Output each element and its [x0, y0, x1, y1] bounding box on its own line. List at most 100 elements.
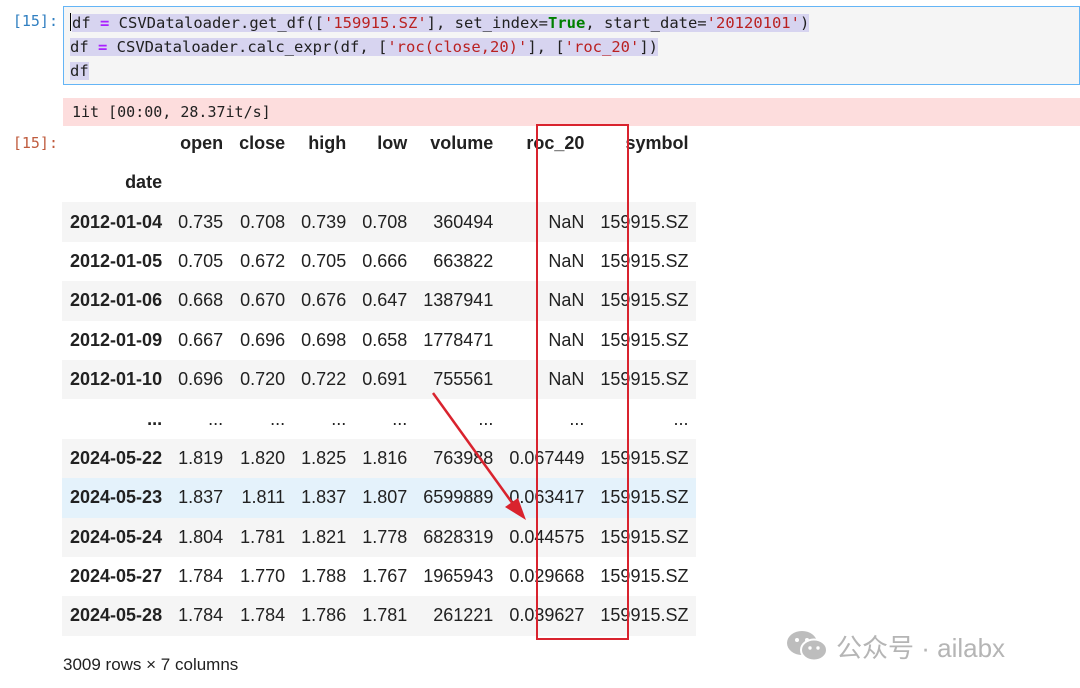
table-cell: ... [673, 408, 689, 429]
table-cell: NaN [548, 250, 585, 271]
table-row[interactable]: 2024-05-27 1.784 1.770 1.788 1.767 1965943 0.0… [62, 556, 697, 597]
table-cell: 1.786 [301, 605, 347, 626]
row-index: ... [147, 408, 163, 429]
table-cell: 159915.SZ [600, 369, 689, 390]
table-cell: 1.837 [178, 487, 224, 508]
table-cell: 0.698 [301, 329, 347, 350]
table-row[interactable]: 2012-01-04 0.735 0.708 0.739 0.708 360494 NaN 1… [62, 202, 697, 242]
table-row[interactable]: 2024-05-28 1.784 1.784 1.786 1.781 261221 0.03… [62, 596, 697, 636]
code-token: ], [ [527, 38, 565, 56]
table-cell: 0.720 [240, 369, 286, 390]
table-cell: 0.670 [240, 290, 286, 311]
table-row[interactable]: 2024-05-22 1.819 1.820 1.825 1.816 763988 0.06… [62, 438, 697, 479]
index-name-filler [293, 163, 354, 202]
code-token: df [72, 14, 91, 32]
code-token: 'roc(close,20)' [387, 38, 528, 56]
table-cell: 0.658 [362, 329, 408, 350]
code-token: get_df [249, 14, 306, 32]
table-row[interactable]: 2012-01-05 0.705 0.672 0.705 0.666 663822 NaN 1… [62, 241, 697, 282]
table-cell: 0.696 [178, 369, 224, 390]
table-cell: 0.044575 [509, 526, 585, 547]
table-cell: 0.063417 [509, 487, 585, 508]
table-cell: 0.722 [301, 369, 347, 390]
code-line: df = CSVDataloader.calc_expr(df, ['roc(c… [70, 35, 1073, 59]
code-cell-input[interactable]: df = CSVDataloader.get_df(['159915.SZ'],… [63, 6, 1080, 85]
table-cell: 1.825 [301, 447, 347, 468]
code-token: CSVDataloader [116, 38, 238, 56]
input-prompt: [15]: [12, 12, 58, 30]
table-cell: 0.676 [301, 290, 347, 311]
index-name-filler [170, 163, 231, 202]
index-name-filler [415, 163, 501, 202]
table-cell: 159915.SZ [600, 566, 689, 587]
table-body: 2012-01-04 0.735 0.708 0.739 0.708 360494 NaN 1… [62, 202, 697, 636]
table-cell: ... [392, 408, 408, 429]
table-cell: 755561 [433, 369, 494, 390]
table-cell: 1.819 [178, 447, 224, 468]
table-cell: 0.708 [362, 211, 408, 232]
table-row[interactable]: 2012-01-06 0.668 0.670 0.676 0.647 1387941 NaN… [62, 281, 697, 321]
watermark-text: 公众号 · ailabx [836, 632, 1006, 663]
stderr-output: 1it [00:00, 28.37it/s] [63, 98, 1080, 126]
code-token: = [88, 38, 117, 56]
table-cell: ... [208, 408, 224, 429]
table-row[interactable]: 2024-05-24 1.804 1.781 1.821 1.778 6828319 0.0… [62, 517, 697, 557]
row-index: 2024-05-27 [70, 566, 163, 587]
table-cell: 1.804 [178, 526, 224, 547]
index-name-filler [592, 163, 696, 202]
table-cell: 1.767 [362, 566, 408, 587]
table-cell: 159915.SZ [600, 487, 689, 508]
table-cell: 1.781 [362, 605, 408, 626]
table-cell: 6599889 [423, 487, 494, 508]
dataframe-table: open close high low volume roc_20 symbol date … [62, 124, 697, 636]
table-cell: 0.668 [178, 290, 224, 311]
code-token: . [238, 38, 248, 56]
row-index: 2012-01-09 [70, 329, 163, 350]
table-cell: NaN [548, 290, 585, 311]
row-index: 2012-01-06 [70, 290, 163, 311]
table-cell: 0.666 [362, 250, 408, 271]
code-token: CSVDataloader [118, 14, 240, 32]
table-row[interactable]: 2012-01-10 0.696 0.720 0.722 0.691 755561 NaN 1… [62, 359, 697, 400]
table-cell: 0.672 [240, 250, 286, 271]
table-row[interactable]: ........................ [62, 399, 697, 439]
code-token: ]) [639, 38, 658, 56]
code-token: , start_date= [585, 14, 707, 32]
table-cell: 159915.SZ [600, 605, 689, 626]
row-index: 2012-01-05 [70, 250, 163, 271]
table-cell: 763988 [433, 447, 494, 468]
selected-text: df = CSVDataloader.get_df(['159915.SZ'],… [72, 14, 810, 32]
wechat-icon [787, 631, 828, 662]
text-cursor [70, 13, 71, 31]
table-cell: 0.667 [178, 329, 224, 350]
dataframe-shape: 3009 rows × 7 columns [63, 655, 239, 674]
table-cell: 1387941 [423, 290, 494, 311]
code-token: '20120101' [706, 14, 800, 32]
table-cell: 159915.SZ [600, 329, 689, 350]
column-header-open: open [180, 133, 224, 154]
code-token: True [548, 14, 586, 32]
table-cell: 0.739 [301, 211, 347, 232]
index-name-filler [231, 163, 293, 202]
row-index: 2012-01-04 [70, 211, 163, 232]
table-cell: NaN [548, 211, 585, 232]
code-token: df [70, 62, 89, 80]
table-cell: 0.067449 [509, 447, 585, 468]
table-cell: 0.705 [178, 250, 224, 271]
code-line: df = CSVDataloader.get_df(['159915.SZ'],… [70, 11, 1073, 35]
code-token: 'roc_20' [564, 38, 640, 56]
table-cell: 0.735 [178, 211, 224, 232]
row-index: 2024-05-28 [70, 605, 163, 626]
table-cell: ... [270, 408, 286, 429]
table-row[interactable]: 2012-01-09 0.667 0.696 0.698 0.658 1778471 NaN… [62, 320, 697, 360]
table-cell: 1.788 [301, 566, 347, 587]
table-cell: 1.820 [240, 447, 286, 468]
column-header-volume: volume [430, 133, 494, 154]
code-token: ], set_index= [426, 14, 548, 32]
index-name-filler [501, 163, 592, 202]
table-row[interactable]: 2024-05-23 1.837 1.811 1.837 1.807 6599889 0.0… [62, 478, 697, 518]
code-token: '159915.SZ' [324, 14, 427, 32]
table-cell: 1.784 [178, 605, 224, 626]
table-cell: 159915.SZ [600, 290, 689, 311]
table-cell: 159915.SZ [600, 250, 689, 271]
